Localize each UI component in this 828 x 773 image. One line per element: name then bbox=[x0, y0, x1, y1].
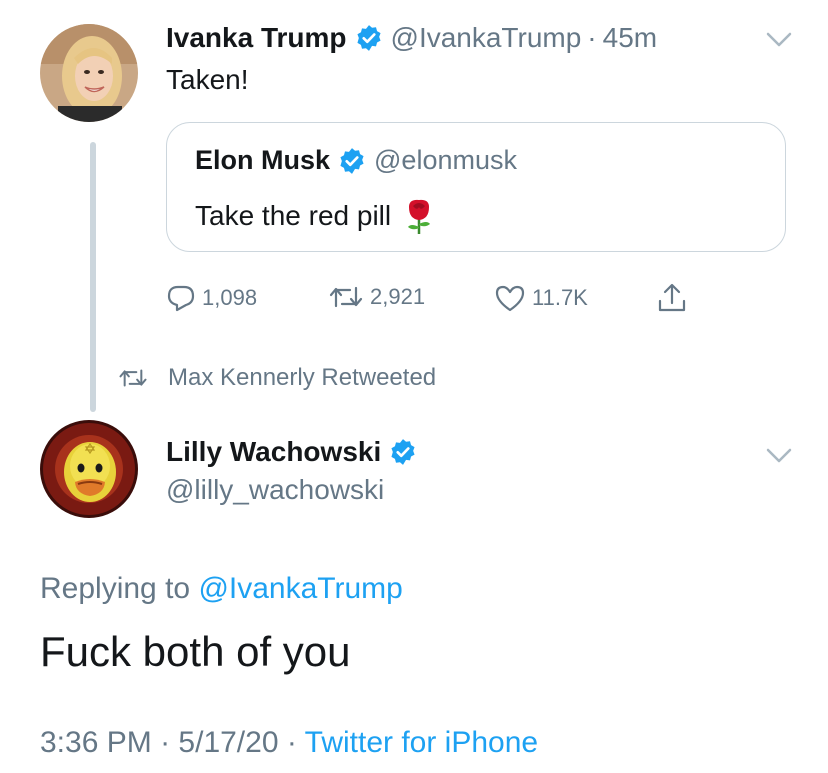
like-count: 11.7K bbox=[532, 285, 588, 310]
quoted-header: Elon Musk @elonmusk bbox=[195, 145, 517, 176]
replying-to: Replying to @IvankaTrump bbox=[40, 572, 403, 606]
retweet-notice-text[interactable]: Max Kennerly Retweeted bbox=[168, 364, 436, 392]
author-name[interactable]: Lilly Wachowski bbox=[166, 436, 381, 468]
chevron-down-icon[interactable] bbox=[766, 448, 792, 464]
verified-badge-icon bbox=[340, 147, 364, 174]
reply-icon bbox=[167, 285, 195, 312]
like-button[interactable]: 11.7K bbox=[494, 284, 588, 312]
retweet-icon bbox=[329, 286, 363, 308]
quoted-tweet[interactable]: Elon Musk @elonmusk Take the red pill bbox=[166, 122, 786, 252]
separator-dot: · bbox=[160, 726, 171, 759]
separator-dot: · bbox=[587, 22, 597, 53]
tweet-time[interactable]: 45m bbox=[603, 22, 657, 54]
heart-icon bbox=[495, 285, 525, 312]
tweet2-header: Lilly Wachowski bbox=[166, 436, 425, 468]
chevron-down-icon[interactable] bbox=[766, 32, 792, 48]
tweet2-text: Fuck both of you bbox=[40, 628, 351, 675]
avatar-lilly[interactable] bbox=[40, 420, 138, 518]
verified-badge-icon bbox=[391, 439, 415, 465]
verified-badge-icon bbox=[356, 25, 381, 51]
reply-button[interactable]: 1,098 bbox=[166, 284, 257, 312]
retweet-notice: Max Kennerly Retweeted bbox=[118, 364, 436, 392]
tweet-meta: 3:36 PM · 5/17/20 · Twitter for iPhone bbox=[40, 726, 538, 760]
quoted-author-handle: @elonmusk bbox=[374, 145, 517, 175]
author-handle[interactable]: @lilly_wachowski bbox=[166, 474, 384, 506]
tweet-source[interactable]: Twitter for iPhone bbox=[305, 726, 538, 759]
replying-to-handle[interactable]: @IvankaTrump bbox=[198, 572, 402, 605]
share-icon bbox=[658, 283, 686, 312]
author-handle[interactable]: @IvankaTrump bbox=[391, 22, 582, 54]
reply-count: 1,098 bbox=[202, 285, 258, 310]
tweet1-header: Ivanka Trump @IvankaTrump · 45m bbox=[166, 22, 657, 54]
avatar-ivanka[interactable] bbox=[40, 24, 138, 122]
quoted-body: Take the red pill bbox=[195, 197, 435, 235]
tweet-time[interactable]: 3:36 PM bbox=[40, 726, 152, 759]
separator-dot: · bbox=[286, 726, 297, 759]
share-button[interactable] bbox=[656, 282, 694, 314]
retweet-count: 2,921 bbox=[370, 284, 426, 309]
quoted-author-name: Elon Musk bbox=[195, 145, 331, 175]
tweet1-text: Taken! bbox=[166, 64, 249, 95]
retweet-button[interactable]: 2,921 bbox=[328, 284, 425, 310]
rose-emoji-icon bbox=[408, 199, 431, 234]
replying-to-prefix: Replying to bbox=[40, 572, 191, 605]
author-name[interactable]: Ivanka Trump bbox=[166, 22, 347, 54]
tweet-date[interactable]: 5/17/20 bbox=[178, 726, 278, 759]
retweet-icon bbox=[119, 369, 147, 387]
quoted-text: Take the red pill bbox=[195, 200, 392, 231]
thread-line bbox=[90, 142, 96, 412]
